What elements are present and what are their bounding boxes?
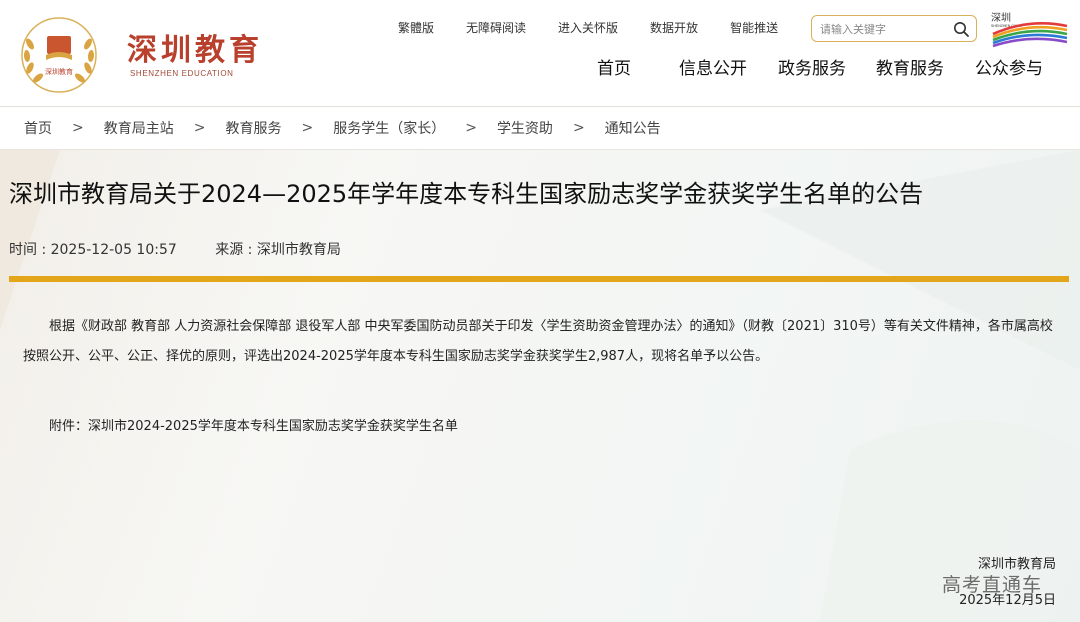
nav-education-services[interactable]: 教育服务 bbox=[876, 58, 944, 80]
site-logo-text[interactable]: 深圳教育 bbox=[127, 34, 263, 68]
breadcrumb-separator: > bbox=[301, 120, 314, 136]
breadcrumb: 首页 > 教育局主站 > 教育服务 > 服务学生（家长） > 学生资助 > 通知… bbox=[0, 107, 1080, 150]
nav-info-disclosure[interactable]: 信息公开 bbox=[679, 58, 747, 80]
search-input[interactable] bbox=[820, 20, 946, 38]
breadcrumb-education-services[interactable]: 教育服务 bbox=[225, 118, 281, 138]
search-icon[interactable] bbox=[953, 21, 969, 37]
breadcrumb-separator: > bbox=[193, 120, 206, 136]
site-logo-subtext: SHENZHEN EDUCATION bbox=[130, 69, 234, 78]
publish-time: 时间 : 2025-12-05 10:57 bbox=[9, 242, 177, 258]
search-box bbox=[811, 15, 977, 42]
article-title: 深圳市教育局关于2024—2025年学年度本专科生国家励志奖学金获奖学生名单的公… bbox=[9, 180, 924, 208]
main-nav: 首页 信息公开 政务服务 教育服务 公众参与 bbox=[597, 58, 1043, 80]
background-decoration bbox=[0, 150, 1080, 622]
article-container: 深圳市教育局关于2024—2025年学年度本专科生国家励志奖学金获奖学生名单的公… bbox=[0, 150, 1080, 622]
breadcrumb-separator: > bbox=[465, 120, 477, 136]
toplink-traditional[interactable]: 繁體版 bbox=[398, 20, 434, 36]
top-links: 繁體版 无障碍阅读 进入关怀版 数据开放 智能推送 bbox=[398, 20, 810, 36]
nav-home[interactable]: 首页 bbox=[597, 58, 631, 80]
nav-public-participation[interactable]: 公众参与 bbox=[975, 58, 1043, 80]
emblem-text: 深圳教育 bbox=[45, 67, 73, 76]
breadcrumb-student-aid[interactable]: 学生资助 bbox=[497, 118, 553, 138]
article-source: 来源 : 深圳市教育局 bbox=[215, 242, 341, 258]
breadcrumb-separator: > bbox=[572, 120, 585, 136]
breadcrumb-bureau-main[interactable]: 教育局主站 bbox=[104, 118, 174, 138]
title-divider bbox=[9, 276, 1069, 282]
toplink-smart-push[interactable]: 智能推送 bbox=[730, 20, 778, 36]
site-header: 深圳教育 深圳教育 SHENZHEN EDUCATION 繁體版 无障碍阅读 进… bbox=[0, 0, 1080, 107]
breadcrumb-separator: > bbox=[72, 120, 84, 136]
attachment-link[interactable]: 附件：深圳市2024-2025学年度本专科生国家励志奖学金获奖学生名单 bbox=[23, 412, 1063, 442]
article-body-paragraph: 根据《财政部 教育部 人力资源社会保障部 退役军人部 中央军委国防动员部关于印发… bbox=[23, 319, 1053, 364]
watermark: 高考直通车 bbox=[942, 574, 1043, 596]
shenzhen-city-logo-icon[interactable]: 深圳 SHENZHEN CHINA bbox=[989, 10, 1069, 48]
breadcrumb-serve-students[interactable]: 服务学生（家长） bbox=[333, 118, 445, 138]
breadcrumb-home[interactable]: 首页 bbox=[24, 118, 52, 138]
breadcrumb-notices[interactable]: 通知公告 bbox=[605, 118, 661, 138]
nav-government-services[interactable]: 政务服务 bbox=[778, 58, 846, 80]
city-logo-text: 深圳 bbox=[991, 12, 1011, 24]
toplink-accessibility[interactable]: 无障碍阅读 bbox=[466, 20, 526, 36]
toplink-care-version[interactable]: 进入关怀版 bbox=[558, 20, 618, 36]
page: 深圳教育 深圳教育 SHENZHEN EDUCATION 繁體版 无障碍阅读 进… bbox=[0, 0, 1080, 622]
laurel-emblem-icon[interactable]: 深圳教育 bbox=[16, 14, 102, 96]
article-meta: 时间 : 2025-12-05 10:57 来源 : 深圳市教育局 bbox=[9, 239, 341, 259]
toplink-open-data[interactable]: 数据开放 bbox=[650, 20, 698, 36]
